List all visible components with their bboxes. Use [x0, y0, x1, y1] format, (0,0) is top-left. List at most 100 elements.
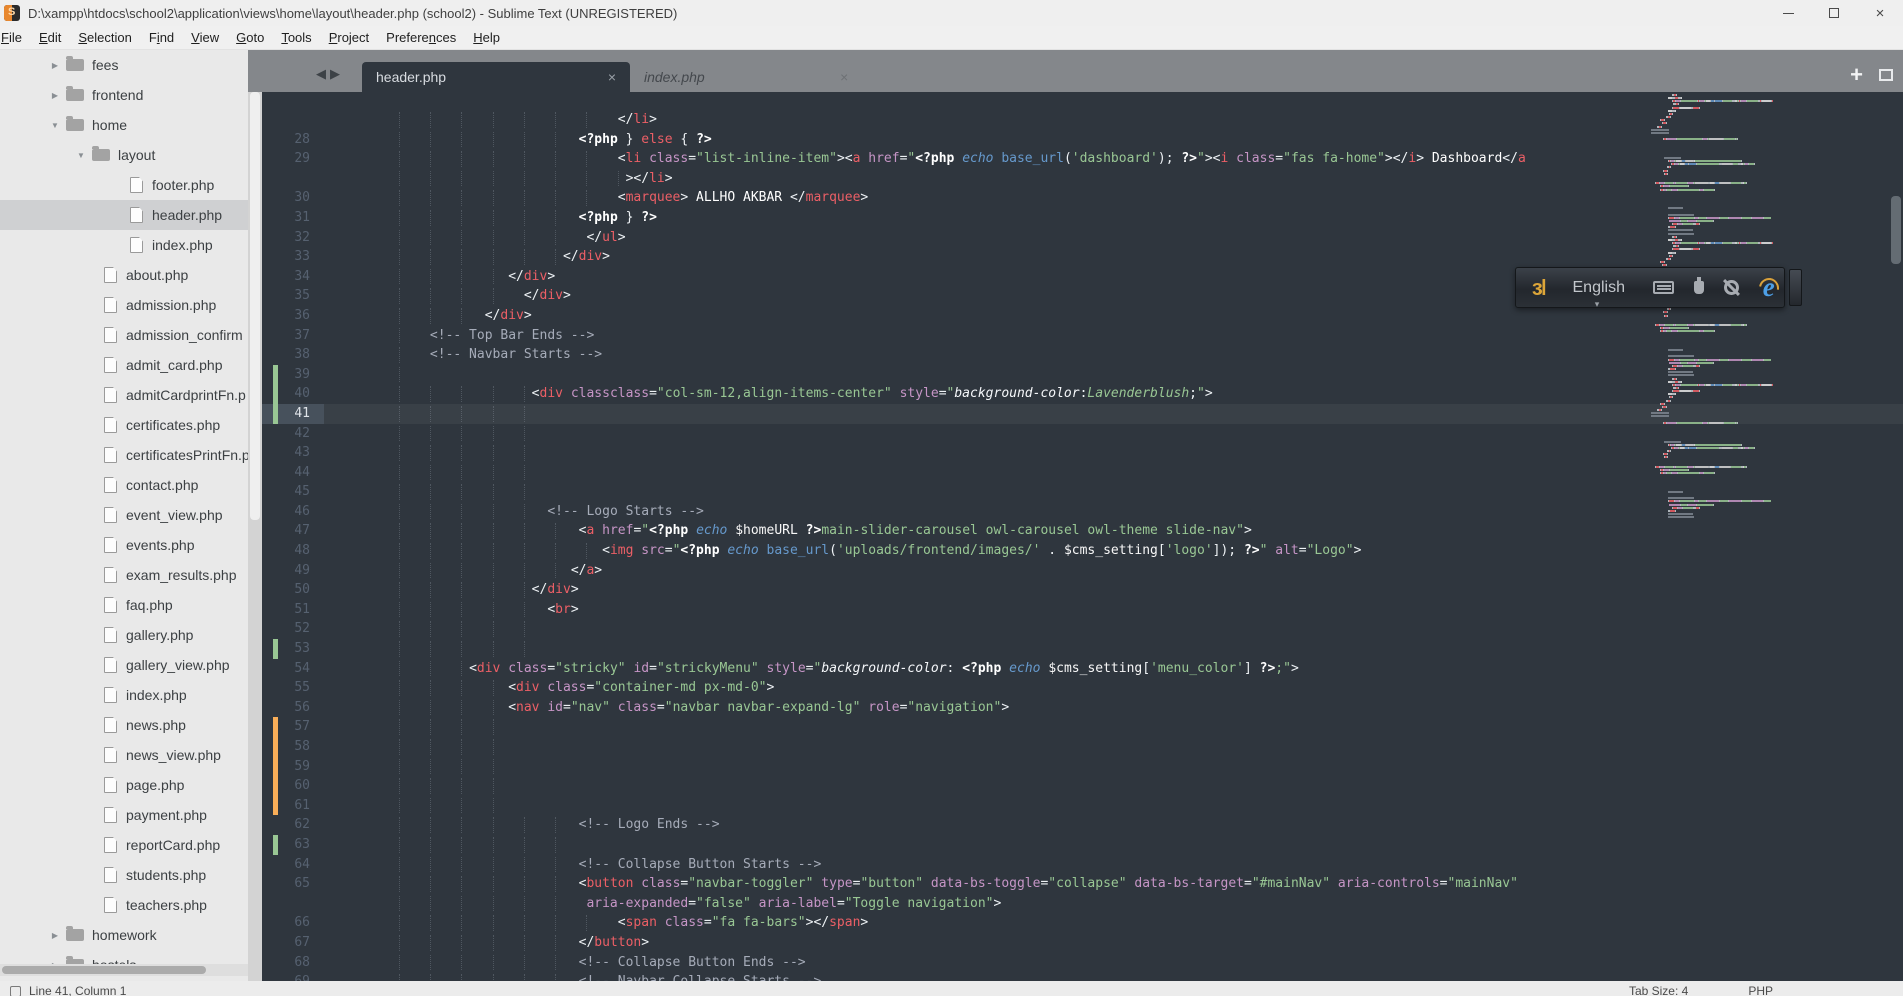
sidebar-item-event-view-php[interactable]: event_view.php: [0, 500, 248, 530]
sidebar-item-layout[interactable]: ▼ layout: [0, 140, 248, 170]
line-number[interactable]: 51: [262, 600, 324, 620]
menu-item-project[interactable]: Project: [320, 27, 378, 48]
tab-index-php[interactable]: index.php ×: [630, 62, 862, 92]
line-number[interactable]: 38: [262, 345, 324, 365]
line-number[interactable]: 59: [262, 757, 324, 777]
back-arrow-icon[interactable]: ◀: [316, 66, 330, 81]
sidebar-item-homework[interactable]: ▶ homework: [0, 920, 248, 950]
line-number[interactable]: [262, 110, 324, 130]
line-number[interactable]: 37: [262, 326, 324, 346]
sidebar-item-admitcardprintfn-p[interactable]: admitCardprintFn.p: [0, 380, 248, 410]
line-number[interactable]: 66: [262, 913, 324, 933]
keyboard-icon[interactable]: [1652, 281, 1675, 294]
minimize-button[interactable]: [1765, 0, 1811, 26]
line-number[interactable]: 32: [262, 228, 324, 248]
sidebar-item-admission-php[interactable]: admission.php: [0, 290, 248, 320]
scrollbar-thumb[interactable]: [2, 966, 206, 974]
sidebar-item-certificatesprintfn-p[interactable]: certificatesPrintFn.p: [0, 440, 248, 470]
line-number[interactable]: 36: [262, 306, 324, 326]
settings-gear-icon[interactable]: [1723, 280, 1739, 295]
sidebar-horizontal-scrollbar[interactable]: [0, 964, 248, 976]
bengali-letter-icon[interactable]: [1516, 275, 1561, 301]
sidebar-item-home[interactable]: ▼ home: [0, 110, 248, 140]
sidebar-item-payment-php[interactable]: payment.php: [0, 800, 248, 830]
sidebar-item-faq-php[interactable]: faq.php: [0, 590, 248, 620]
code-line-66[interactable]: 66 <span class="fa fa-bars"></span>: [262, 913, 1903, 933]
tab-close-icon[interactable]: ×: [840, 69, 848, 85]
line-number[interactable]: 55: [262, 678, 324, 698]
code-line-69[interactable]: 69 <!-- Navbar Collapse Starts -->: [262, 972, 1903, 981]
title-bar[interactable]: D:\xampp\htdocs\school2\application\view…: [0, 0, 1903, 26]
line-number[interactable]: 34: [262, 267, 324, 287]
line-number[interactable]: [262, 169, 324, 189]
menu-item-tools[interactable]: Tools: [272, 27, 320, 48]
menu-item-file[interactable]: File: [0, 27, 31, 48]
code-line-60[interactable]: 60: [262, 776, 1903, 796]
syntax-indicator[interactable]: PHP: [1748, 984, 1773, 996]
menu-item-preferences[interactable]: Preferences: [377, 27, 465, 48]
line-number[interactable]: 28: [262, 130, 324, 150]
code-line-68[interactable]: 68 <!-- Collapse Button Ends -->: [262, 953, 1903, 973]
line-number[interactable]: 68: [262, 953, 324, 973]
line-number[interactable]: 50: [262, 580, 324, 600]
code-line-55[interactable]: 55 <div class="container-md px-md-0">: [262, 678, 1903, 698]
sidebar-vertical-scrollbar[interactable]: [248, 92, 262, 981]
line-number[interactable]: 60: [262, 776, 324, 796]
sidebar-item-index-php[interactable]: index.php: [0, 680, 248, 710]
line-number[interactable]: 46: [262, 502, 324, 522]
line-number[interactable]: 49: [262, 561, 324, 581]
chevron-down-icon[interactable]: ▼: [74, 151, 88, 160]
close-button[interactable]: ×: [1857, 0, 1903, 26]
code-line-50[interactable]: 50 </div>: [262, 580, 1903, 600]
sidebar-item-header-php[interactable]: header.php: [0, 200, 248, 230]
line-number[interactable]: 35: [262, 286, 324, 306]
sidebar-item-news-view-php[interactable]: news_view.php: [0, 740, 248, 770]
code-line-67[interactable]: 67 </button>: [262, 933, 1903, 953]
chevron-right-icon[interactable]: ▶: [48, 91, 62, 100]
line-number[interactable]: 40: [262, 384, 324, 404]
forward-arrow-icon[interactable]: ▶: [330, 66, 344, 81]
tab-header-php[interactable]: header.php ×: [362, 62, 630, 92]
menu-item-find[interactable]: Find: [140, 27, 183, 48]
line-number[interactable]: 58: [262, 737, 324, 757]
language-label[interactable]: English: [1561, 279, 1637, 310]
line-number[interactable]: 41: [262, 403, 324, 424]
line-number[interactable]: 69: [262, 972, 324, 981]
new-tab-icon[interactable]: +: [1850, 62, 1863, 88]
sidebar-item-admit-card-php[interactable]: admit_card.php: [0, 350, 248, 380]
editor-scrollbar-thumb[interactable]: [1891, 196, 1901, 264]
line-number[interactable]: 43: [262, 443, 324, 463]
chevron-right-icon[interactable]: ▶: [48, 931, 62, 940]
code-line-51[interactable]: 51 <br>: [262, 600, 1903, 620]
line-number[interactable]: 61: [262, 796, 324, 816]
sidebar-item-gallery-php[interactable]: gallery.php: [0, 620, 248, 650]
line-number[interactable]: 44: [262, 463, 324, 483]
sidebar-item-frontend[interactable]: ▶ frontend: [0, 80, 248, 110]
line-number[interactable]: 67: [262, 933, 324, 953]
maximize-button[interactable]: [1811, 0, 1857, 26]
code-line-64[interactable]: 64 <!-- Collapse Button Starts -->: [262, 855, 1903, 875]
line-number[interactable]: 48: [262, 541, 324, 561]
sidebar-item-events-php[interactable]: events.php: [0, 530, 248, 560]
line-number[interactable]: 62: [262, 815, 324, 835]
internet-explorer-icon[interactable]: e: [1754, 272, 1784, 302]
sidebar-item-admission-confirm[interactable]: admission_confirm: [0, 320, 248, 350]
windows-language-bar[interactable]: English e: [1515, 267, 1785, 310]
line-number[interactable]: 42: [262, 424, 324, 444]
code-line-56[interactable]: 56 <nav id="nav" class="navbar navbar-ex…: [262, 698, 1903, 718]
sidebar-item-gallery-view-php[interactable]: gallery_view.php: [0, 650, 248, 680]
menu-item-edit[interactable]: Edit: [30, 27, 70, 48]
code-line-54[interactable]: 54 <div class="stricky" id="strickyMenu"…: [262, 659, 1903, 679]
sidebar-item-footer-php[interactable]: footer.php: [0, 170, 248, 200]
line-number[interactable]: 33: [262, 247, 324, 267]
line-number[interactable]: 45: [262, 482, 324, 502]
sidebar-item-fees[interactable]: ▶ fees: [0, 50, 248, 80]
code-line-48[interactable]: 48 <img src="<?php echo base_url('upload…: [262, 541, 1903, 561]
line-number[interactable]: 54: [262, 659, 324, 679]
code-line-57[interactable]: 57: [262, 717, 1903, 737]
line-number[interactable]: 47: [262, 521, 324, 541]
code-line-61[interactable]: 61: [262, 795, 1903, 816]
sidebar-item-students-php[interactable]: students.php: [0, 860, 248, 890]
code-line-52[interactable]: 52: [262, 619, 1903, 639]
sidebar-item-certificates-php[interactable]: certificates.php: [0, 410, 248, 440]
